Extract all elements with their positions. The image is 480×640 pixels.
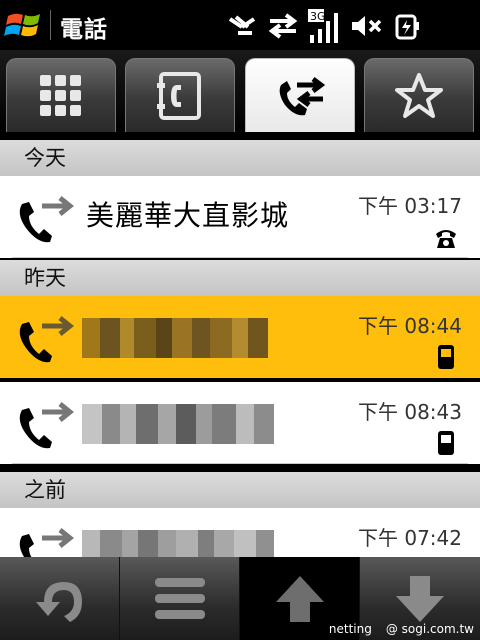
- title-separator: [50, 10, 51, 40]
- tab-keypad[interactable]: [6, 58, 116, 132]
- redacted-contact-name: [82, 404, 274, 444]
- call-time: 下午 03:17: [358, 194, 462, 218]
- call-row-selected[interactable]: 下午 08:44: [0, 296, 480, 378]
- home-phone-icon: [436, 230, 456, 248]
- call-row[interactable]: 下午 08:43: [0, 382, 480, 464]
- back-button[interactable]: [0, 557, 120, 640]
- menu-button[interactable]: [120, 557, 240, 640]
- row-divider: [12, 463, 468, 464]
- section-header-today: 今天: [0, 140, 480, 176]
- tab-favorites[interactable]: [364, 58, 474, 132]
- call-history-icon: [279, 76, 326, 115]
- redacted-contact-name: [82, 318, 268, 358]
- battery-charging-icon: [395, 14, 419, 40]
- section-header-earlier: 之前: [0, 472, 480, 508]
- app-title: 電話: [60, 17, 108, 43]
- tab-contacts[interactable]: [125, 58, 235, 132]
- call-time: 下午 07:42: [358, 526, 462, 550]
- data-transfer-icon: [268, 13, 298, 39]
- keypad-icon: [40, 74, 81, 116]
- sync-off-icon: [228, 15, 256, 35]
- outgoing-call-icon: [19, 316, 75, 363]
- 3g-signal-icon: 3G: [308, 9, 338, 43]
- bottom-toolbar: netting @ sogi.com.tw: [0, 557, 480, 640]
- outgoing-call-icon: [19, 402, 75, 449]
- windows-start-icon[interactable]: [4, 6, 44, 44]
- row-divider: [12, 257, 468, 258]
- call-row[interactable]: 美麗華大直影城 下午 03:17: [0, 176, 480, 258]
- watermark: netting @ sogi.com.tw: [328, 622, 474, 636]
- scroll-up-icon: [275, 575, 324, 622]
- star-icon: [395, 72, 443, 118]
- outgoing-call-icon: [19, 196, 75, 243]
- title-bar: 電話 3G: [0, 0, 480, 50]
- svg-text:3G: 3G: [310, 10, 326, 23]
- back-icon: [35, 581, 82, 622]
- menu-icon: [154, 577, 205, 619]
- call-time: 下午 08:43: [358, 400, 462, 424]
- tab-call-history[interactable]: [245, 58, 355, 132]
- volume-muted-icon: [352, 16, 382, 36]
- contacts-book-icon: [157, 71, 201, 120]
- section-header-yesterday: 昨天: [0, 260, 480, 296]
- tab-bar: [0, 50, 480, 132]
- call-time: 下午 08:44: [358, 314, 462, 338]
- status-icons: 3G: [228, 9, 422, 43]
- scroll-down-icon: [396, 575, 444, 622]
- mobile-phone-icon: [438, 345, 454, 369]
- call-contact-name: 美麗華大直影城: [86, 199, 290, 232]
- mobile-phone-icon: [438, 431, 454, 455]
